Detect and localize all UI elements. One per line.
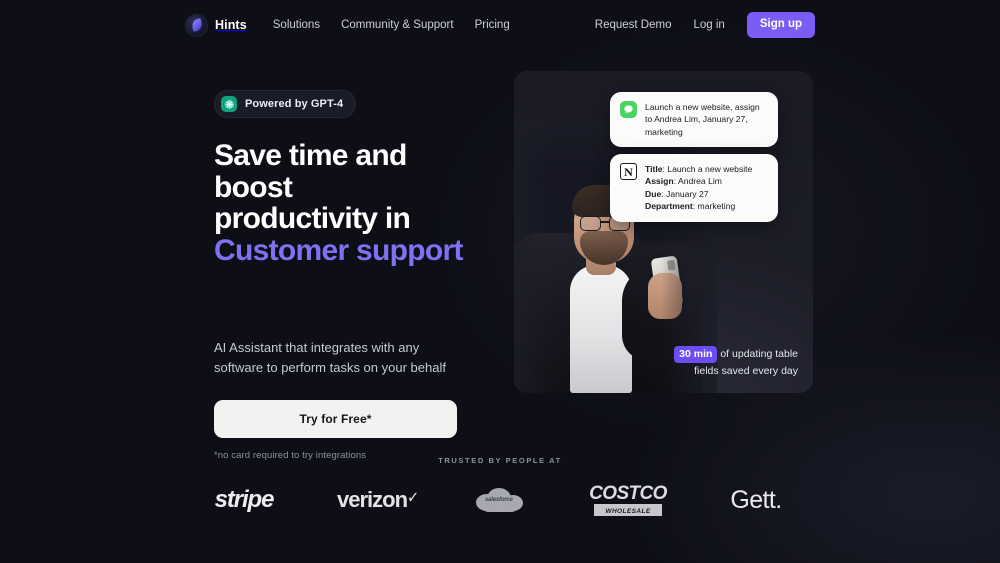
hints-leaf-logo-icon xyxy=(186,14,207,36)
time-saved-caption: 30 min of updating table fields saved ev… xyxy=(648,346,798,381)
brand-logo-link[interactable]: Hints xyxy=(186,14,247,36)
logo-verizon-word: verizon xyxy=(336,487,408,512)
imessage-line-2: to Andrea Lim, January 27, xyxy=(645,114,748,125)
time-saved-badge: 30 min xyxy=(674,346,718,363)
hero-content: Powered by GPT-4 Save time and boost pro… xyxy=(214,90,484,461)
imessage-icon xyxy=(620,101,637,118)
logo-verizon: verizon ✓ xyxy=(308,483,436,517)
brand-name: Hints xyxy=(215,18,247,32)
notion-value-assign: Andrea Lim xyxy=(677,176,722,187)
notion-label-due: Due xyxy=(645,188,662,199)
logo-salesforce: salesforce xyxy=(436,483,564,517)
message-card-text: Launch a new website, assign to Andrea L… xyxy=(645,101,768,138)
headline-line-2: productivity in xyxy=(214,202,411,235)
nav-link-community-support[interactable]: Community & Support xyxy=(341,19,454,31)
logo-costco-mark: COSTCO WHOLESALE xyxy=(589,484,667,517)
notion-icon: N xyxy=(620,163,637,180)
signup-button[interactable]: Sign up xyxy=(746,12,815,38)
headline-accent-line: Customer support xyxy=(214,233,464,267)
notion-card-text: Title: Launch a new website Assign: Andr… xyxy=(645,164,753,212)
logo-row: stripe verizon ✓ salesforce COSTCO WHOLES… xyxy=(0,483,1000,517)
nav-link-pricing[interactable]: Pricing xyxy=(475,19,510,31)
message-card-imessage: Launch a new website, assign to Andrea L… xyxy=(610,92,778,148)
logo-costco-text: COSTCO xyxy=(589,482,667,504)
openai-logo-icon xyxy=(221,96,237,112)
request-demo-link[interactable]: Request Demo xyxy=(595,19,672,31)
trusted-by-section: TRUSTED BY PEOPLE AT stripe verizon ✓ sal… xyxy=(0,456,1000,517)
logo-gett-text: Gett. xyxy=(730,485,782,514)
notion-value-due: January 27 xyxy=(666,188,709,199)
logo-verizon-text: verizon ✓ xyxy=(336,487,419,513)
message-card-notion: N Title: Launch a new website Assign: An… xyxy=(610,154,778,222)
nav-right-group: Request Demo Log in Sign up xyxy=(595,12,815,38)
notion-label-assign: Assign xyxy=(645,176,674,187)
verizon-check-icon: ✓ xyxy=(406,487,419,508)
logo-costco-subtext: WHOLESALE xyxy=(594,506,662,517)
logo-stripe-text: stripe xyxy=(214,486,275,513)
try-for-free-button[interactable]: Try for Free* xyxy=(214,400,457,439)
hero-subheading: AI Assistant that integrates with any so… xyxy=(214,338,484,378)
page-title: Save time and boost productivity in Cust… xyxy=(214,140,484,266)
headline-line-1: Save time and boost xyxy=(214,139,407,204)
top-navigation-bar: Hints Solutions Community & Support Pric… xyxy=(0,0,1000,50)
powered-by-gpt4-label: Powered by GPT-4 xyxy=(245,98,344,110)
logo-stripe: stripe xyxy=(180,483,308,517)
salesforce-cloud-icon: salesforce xyxy=(474,485,526,515)
subhead-line-2: software to perform tasks on your behalf xyxy=(214,360,446,376)
notion-value-title: Launch a new website xyxy=(667,164,753,174)
logo-costco: COSTCO WHOLESALE xyxy=(564,483,692,517)
time-saved-text-2: fields saved every day xyxy=(694,365,798,378)
nav-left-group: Hints Solutions Community & Support Pric… xyxy=(186,14,510,36)
logo-salesforce-text: salesforce xyxy=(485,497,513,503)
powered-by-gpt4-badge: Powered by GPT-4 xyxy=(214,90,357,118)
login-link[interactable]: Log in xyxy=(693,19,724,31)
notion-label-title: Title xyxy=(645,164,663,174)
notion-value-department: marketing xyxy=(697,201,736,212)
nav-link-solutions[interactable]: Solutions xyxy=(273,19,320,31)
subhead-line-1: AI Assistant that integrates with any xyxy=(214,340,420,355)
notion-label-department: Department xyxy=(645,201,693,212)
logo-gett: Gett. xyxy=(692,483,820,517)
imessage-line-1: Launch a new website, assign xyxy=(645,102,760,112)
time-saved-text-1: of updating table xyxy=(720,348,798,360)
imessage-line-3: marketing xyxy=(645,126,683,137)
trusted-by-label: TRUSTED BY PEOPLE AT xyxy=(438,456,562,465)
